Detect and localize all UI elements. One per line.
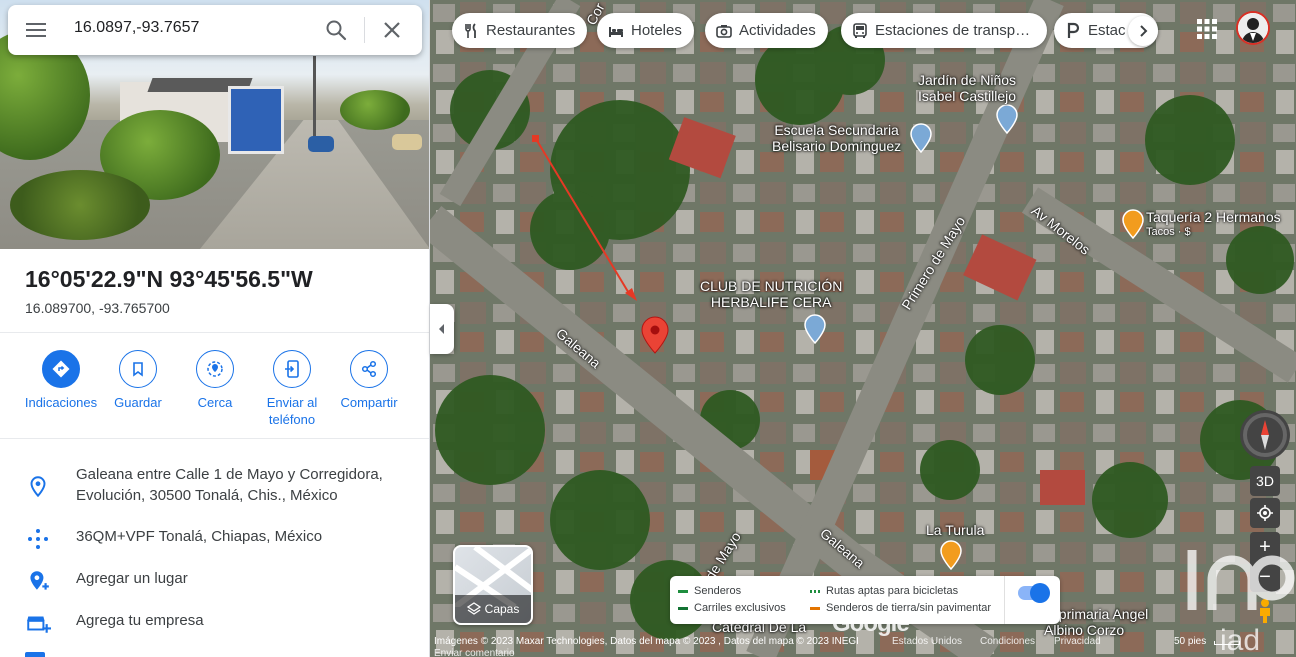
layers-label: Capas xyxy=(484,602,520,616)
my-location-button[interactable] xyxy=(1250,498,1280,528)
chip-actividades[interactable]: Actividades xyxy=(705,13,828,48)
map-canvas[interactable]: Jardín de Niños Isabel Castillejo Escuel… xyxy=(430,0,1296,657)
page-title: 16°05'22.9"N 93°45'56.5"W xyxy=(25,266,313,292)
parking-icon xyxy=(1067,22,1080,38)
bus-icon xyxy=(853,22,867,38)
action-label: Compartir xyxy=(340,395,398,410)
save-button[interactable]: Guardar xyxy=(100,350,176,411)
add-location-icon xyxy=(30,571,49,590)
directions-button[interactable]: Indicaciones xyxy=(23,350,99,411)
scale-label: 50 pies xyxy=(1174,636,1207,647)
location-pin-icon xyxy=(30,476,46,498)
imagery-credit: Imágenes © 2023 Maxar Technologies, Dato… xyxy=(434,636,859,647)
poi-label-club[interactable]: CLUB DE NUTRICIÓN HERBALIFE CERA xyxy=(700,278,842,310)
chip-label: Estac xyxy=(1088,22,1126,39)
action-label: Indicaciones xyxy=(24,395,98,410)
location-pin-marker[interactable] xyxy=(641,316,669,354)
car xyxy=(308,136,334,152)
business-pin-icon[interactable] xyxy=(804,314,826,344)
apps-grid-icon[interactable] xyxy=(1196,18,1218,40)
address-text: Galeana entre Calle 1 de Mayo y Corregid… xyxy=(76,466,383,504)
bed-icon xyxy=(609,26,623,37)
poi-label-kinder[interactable]: Jardín de Niños Isabel Castillejo xyxy=(918,72,1016,104)
chip-hoteles[interactable]: Hoteles xyxy=(597,13,694,48)
3d-button[interactable]: 3D xyxy=(1250,466,1280,496)
bookmark-icon xyxy=(133,362,143,377)
legend-item: Rutas aptas para bicicletas xyxy=(826,585,959,597)
coordinates-decimal: 16.089700, -93.765700 xyxy=(25,300,170,316)
pegman-icon[interactable] xyxy=(1254,598,1276,624)
zoom-out-button[interactable]: − xyxy=(1250,562,1280,592)
car xyxy=(392,134,422,150)
plus-code-text: 36QM+VPF Tonalá, Chiapas, México xyxy=(76,528,323,545)
search-input[interactable] xyxy=(74,19,304,37)
country-link[interactable]: Estados Unidos xyxy=(892,636,962,647)
school-pin-icon[interactable] xyxy=(996,104,1018,134)
compass-button[interactable] xyxy=(1240,410,1290,460)
avatar[interactable] xyxy=(1236,11,1270,45)
plus-code-row[interactable]: 36QM+VPF Tonalá, Chiapas, México xyxy=(0,526,429,566)
attribution-bar: Imágenes © 2023 Maxar Technologies, Dato… xyxy=(430,633,1296,657)
zoom-in-button[interactable]: + xyxy=(1250,532,1280,562)
terms-link[interactable]: Condiciones xyxy=(980,636,1035,647)
add-place-row[interactable]: Agregar un lugar xyxy=(0,568,429,608)
scale-bar xyxy=(1214,641,1240,645)
add-place-text: Agregar un lugar xyxy=(76,570,188,587)
nearby-button[interactable]: Cerca xyxy=(177,350,253,411)
restaurant-pin-icon[interactable] xyxy=(940,540,962,570)
action-label: Enviar al teléfono xyxy=(266,395,318,427)
chevron-right-icon xyxy=(1140,25,1148,37)
menu-icon[interactable] xyxy=(26,20,48,40)
share-button[interactable]: Compartir xyxy=(331,350,407,411)
fork-knife-icon xyxy=(465,22,476,38)
chips-next-button[interactable] xyxy=(1128,16,1158,46)
search-box xyxy=(8,5,422,55)
place-panel: 16°05'22.9"N 93°45'56.5"W 16.089700, -93… xyxy=(0,0,430,657)
chip-restaurantes[interactable]: Restaurantes xyxy=(452,13,588,48)
chip-label: Estaciones de transp… xyxy=(875,22,1031,39)
action-label: Guardar xyxy=(114,395,162,410)
send-to-phone-icon xyxy=(285,360,299,378)
add-business-icon xyxy=(27,616,51,633)
chip-label: Hoteles xyxy=(631,22,682,39)
poi-label-taqueria-sub: Tacos · $ xyxy=(1146,226,1191,238)
school-pin-icon[interactable] xyxy=(910,123,932,153)
add-business-row[interactable]: Agrega tu empresa xyxy=(0,610,429,650)
collapse-panel-button[interactable] xyxy=(430,304,454,354)
bike-layer-toggle[interactable] xyxy=(1018,583,1050,603)
chip-estaciones-transporte[interactable]: Estaciones de transp… xyxy=(841,13,1047,48)
directions-icon xyxy=(52,360,70,378)
camera-icon xyxy=(716,24,732,38)
restaurant-pin-icon[interactable] xyxy=(1122,209,1144,239)
plus-code-icon xyxy=(28,529,48,549)
poi-label-secundaria[interactable]: Escuela Secundaria Belisario Domínguez xyxy=(772,122,901,154)
poi-label-turula[interactable]: La Turula xyxy=(926,522,984,538)
compass-icon xyxy=(1243,413,1287,457)
zoom-controls: + − xyxy=(1250,532,1280,592)
legend-item: Senderos xyxy=(694,585,742,597)
chip-label: Actividades xyxy=(739,22,816,39)
share-icon xyxy=(361,360,377,378)
feedback-link[interactable]: Enviar comentario xyxy=(434,648,515,657)
search-icon[interactable] xyxy=(324,18,348,42)
add-business-text: Agrega tu empresa xyxy=(76,612,204,629)
chip-label: Restaurantes xyxy=(486,22,576,39)
privacy-link[interactable]: Privacidad xyxy=(1054,636,1101,647)
layers-icon xyxy=(466,602,481,615)
nearby-icon xyxy=(207,361,223,377)
address-row[interactable]: Galeana entre Calle 1 de Mayo y Corregid… xyxy=(0,464,429,510)
legend-item: Carriles exclusivos xyxy=(694,602,786,614)
partial-row-icon xyxy=(25,652,45,657)
send-to-phone-button[interactable]: Enviar al teléfono xyxy=(254,350,330,428)
3d-label: 3D xyxy=(1256,473,1274,489)
action-label: Cerca xyxy=(197,395,233,410)
poi-label-taqueria[interactable]: Taquería 2 Hermanos xyxy=(1146,209,1281,225)
close-icon[interactable] xyxy=(380,18,404,42)
my-location-icon xyxy=(1257,505,1273,521)
layers-button[interactable]: Capas xyxy=(453,545,533,625)
chevron-left-icon xyxy=(439,324,444,334)
